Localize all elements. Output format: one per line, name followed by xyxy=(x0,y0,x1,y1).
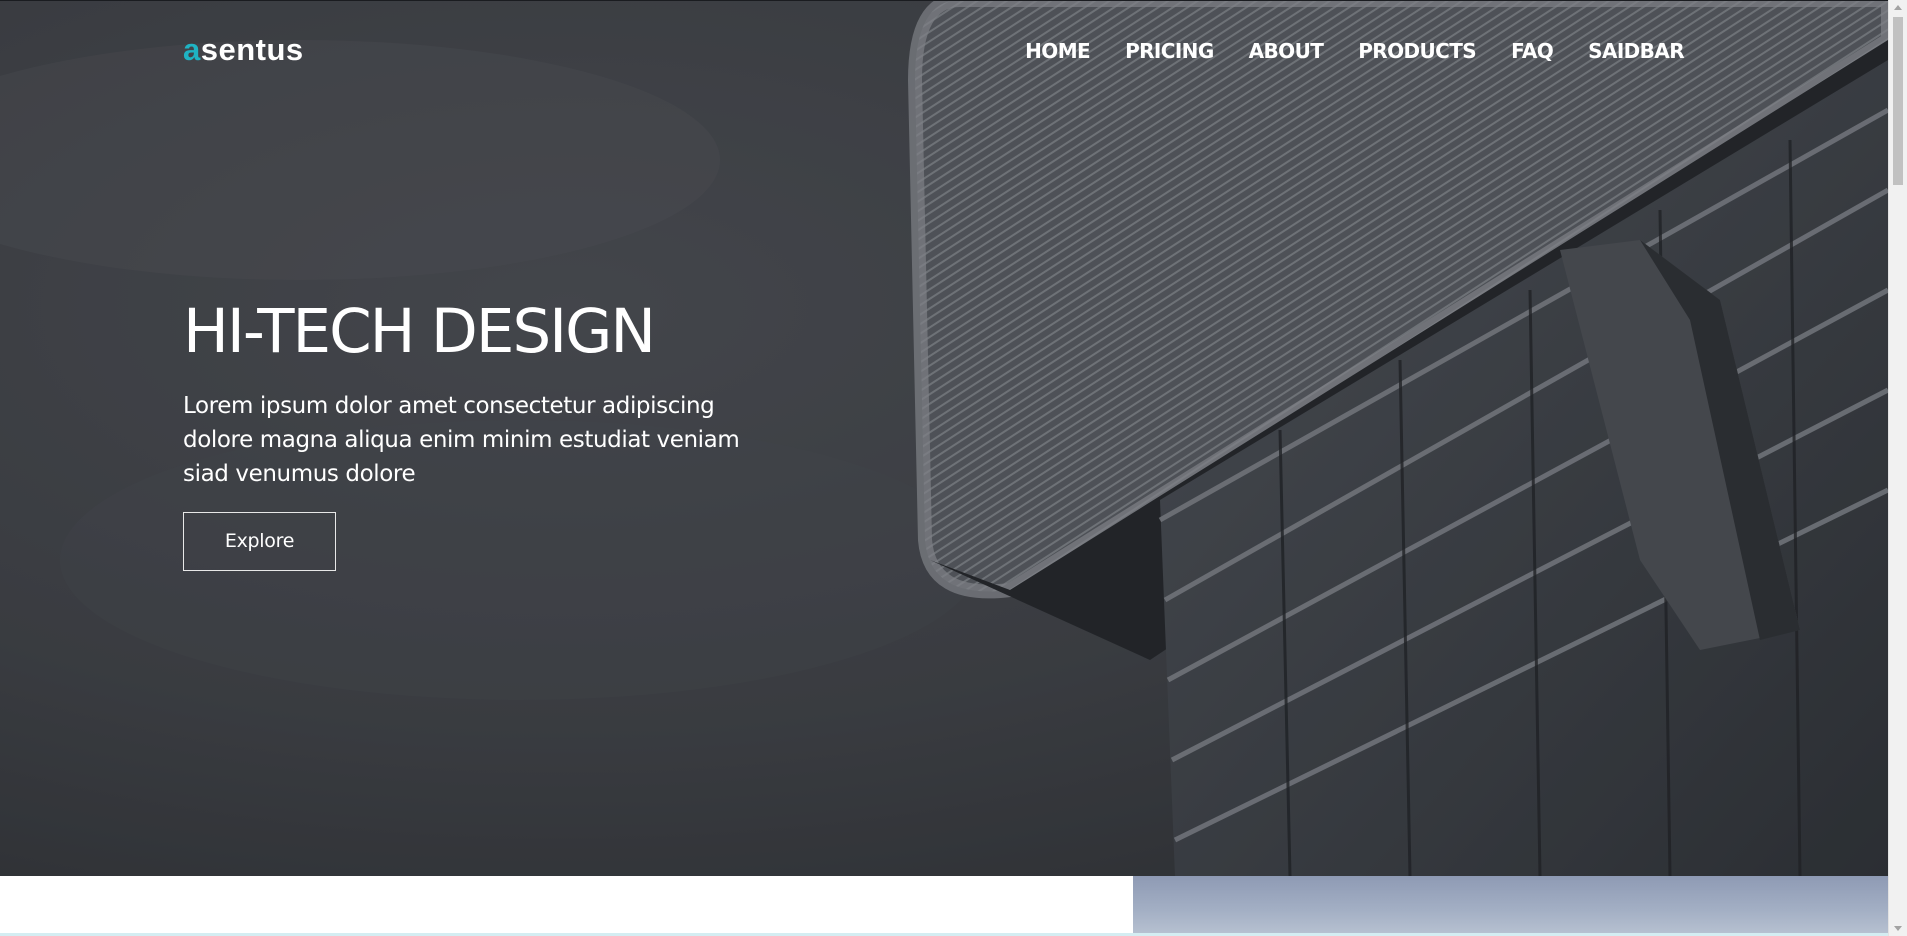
nav-products[interactable]: PRODUCTS xyxy=(1358,40,1476,62)
next-section-image xyxy=(1133,876,1888,933)
next-section-left xyxy=(0,876,1133,933)
nav-saidbar[interactable]: SAIDBAR xyxy=(1588,40,1684,62)
hero-title: HI-TECH DESIGN xyxy=(183,296,656,367)
scroll-up-icon[interactable] xyxy=(1894,5,1902,10)
scroll-thumb[interactable] xyxy=(1893,17,1903,185)
scroll-down-icon[interactable] xyxy=(1894,926,1902,931)
nav-home[interactable]: HOME xyxy=(1025,40,1091,62)
hero-section: asentus HOME PRICING ABOUT PRODUCTS FAQ … xyxy=(0,0,1888,876)
page: asentus HOME PRICING ABOUT PRODUCTS FAQ … xyxy=(0,0,1907,936)
hero-description: Lorem ipsum dolor amet consectetur adipi… xyxy=(183,393,740,488)
logo-text: sentus xyxy=(200,32,304,67)
top-border xyxy=(0,0,1907,1)
main-nav: HOME PRICING ABOUT PRODUCTS FAQ SAIDBAR xyxy=(1025,40,1684,62)
hero-content: HI-TECH DESIGN Lorem ipsum dolor amet co… xyxy=(183,296,783,572)
nav-faq[interactable]: FAQ xyxy=(1511,40,1554,62)
nav-pricing[interactable]: PRICING xyxy=(1125,40,1214,62)
page-scrollbar[interactable] xyxy=(1888,0,1907,936)
logo-accent-letter: a xyxy=(183,32,201,67)
nav-about[interactable]: ABOUT xyxy=(1249,40,1324,62)
site-logo[interactable]: asentus xyxy=(183,34,304,65)
explore-button[interactable]: Explore xyxy=(183,512,336,572)
